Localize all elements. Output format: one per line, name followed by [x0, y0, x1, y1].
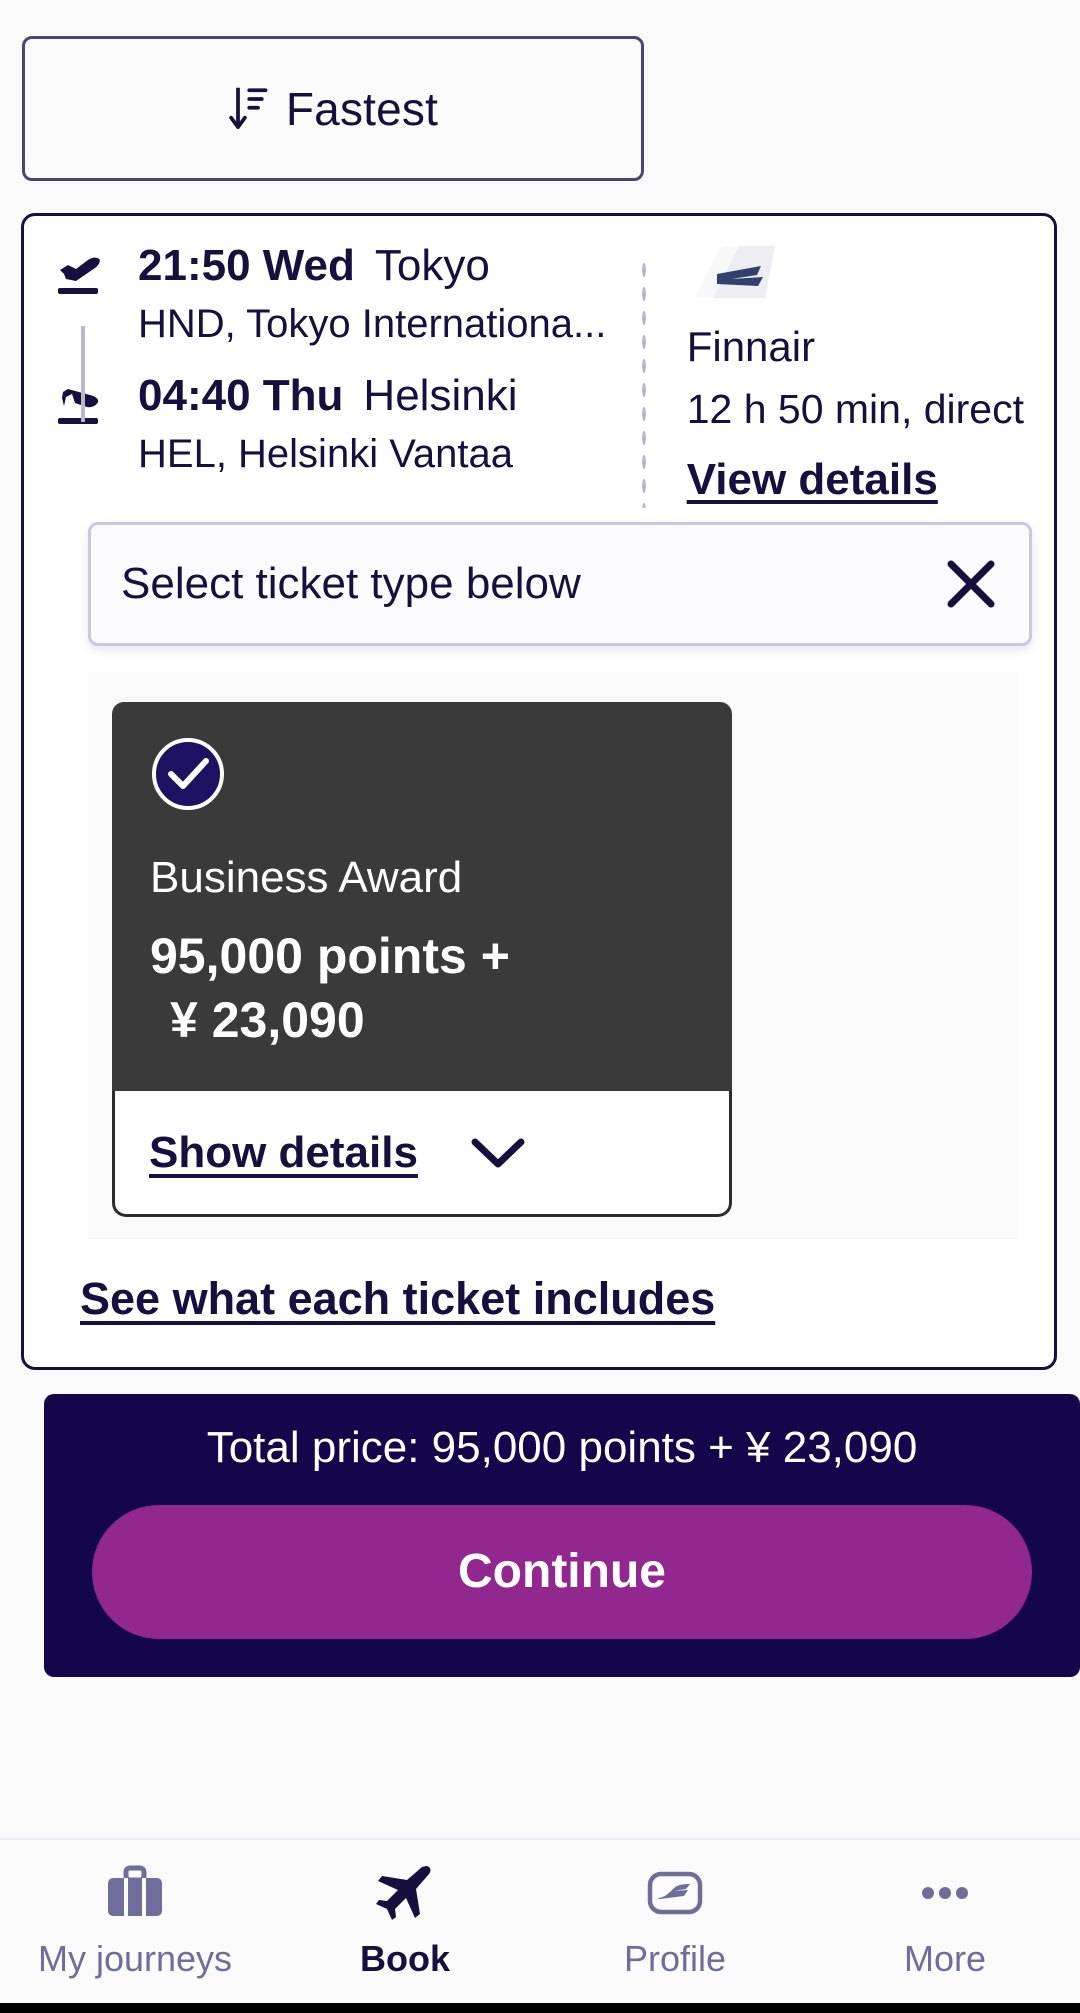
nav-label-more: More	[903, 1938, 987, 1979]
departure-texts: 21:50 Wed Tokyo HND, Tokyo Internationa..…	[138, 242, 641, 346]
sort-label: Fastest	[285, 82, 439, 135]
scroll-content: Fastest 21:50 Wed Tokyo HND, Tokyo Intern…	[0, 0, 1080, 1838]
departure-leg: 21:50 Wed Tokyo HND, Tokyo Internationa..…	[54, 242, 641, 346]
leg-spacer	[54, 346, 641, 372]
ticket-card-body[interactable]: Business Award 95,000 points + ¥ 23,090	[112, 702, 732, 1093]
departure-time: 21:50	[138, 241, 251, 290]
departure-time-row: 21:50 Wed Tokyo	[138, 242, 641, 290]
ticket-cash: ¥ 23,090	[170, 992, 365, 1049]
bottom-navigation: My journeys Book Profile More	[0, 1838, 1080, 2013]
app-screen: Fastest 21:50 Wed Tokyo HND, Tokyo Intern…	[0, 0, 1080, 2013]
select-ticket-banner: Select ticket type below	[88, 522, 1032, 646]
flight-card-top: 21:50 Wed Tokyo HND, Tokyo Internationa..…	[54, 242, 1024, 508]
sort-descending-icon	[229, 87, 268, 129]
ticket-type-list: Business Award 95,000 points + ¥ 23,090 …	[88, 672, 1018, 1240]
home-indicator	[0, 2003, 1080, 2013]
arrival-day: Thu	[262, 371, 344, 421]
ellipsis-icon	[922, 1887, 968, 1899]
nav-item-more[interactable]: More	[810, 1862, 1080, 1980]
arrival-airport: HEL, Helsinki Vantaa	[138, 431, 513, 476]
nav-label-my-journeys: My journeys	[37, 1938, 233, 1979]
finnair-card-icon	[647, 1871, 703, 1915]
total-price-bar: Total price: 95,000 points + ¥ 23,090 Co…	[44, 1394, 1080, 1677]
nav-label-book: Book	[360, 1938, 450, 1979]
flight-duration: 12 h 50 min, direct	[686, 386, 1024, 433]
carrier-info: Finnair 12 h 50 min, direct View details	[647, 242, 1024, 505]
show-details-label[interactable]: Show details	[149, 1128, 418, 1178]
arrival-time: 04:40	[138, 371, 251, 421]
finnair-tail-icon	[694, 246, 775, 298]
ticket-name: Business Award	[150, 853, 463, 902]
arrival-texts: 04:40 Thu Helsinki HEL, Helsinki Vantaa	[138, 372, 641, 476]
arrival-time-row: 04:40 Thu Helsinki	[138, 372, 641, 420]
close-icon[interactable]	[943, 556, 999, 612]
show-details-row[interactable]: Show details	[112, 1091, 732, 1218]
nav-item-book[interactable]: Book	[270, 1862, 540, 1980]
flight-card[interactable]: 21:50 Wed Tokyo HND, Tokyo Internationa..…	[21, 213, 1057, 1371]
nav-label-profile: Profile	[623, 1938, 727, 1979]
takeoff-icon	[58, 257, 100, 294]
nav-item-profile[interactable]: Profile	[540, 1862, 810, 1980]
suitcase-icon	[108, 1865, 162, 1916]
airplane-icon	[376, 1866, 431, 1920]
view-details-link[interactable]: View details	[687, 455, 938, 505]
departure-day: Wed	[262, 241, 355, 290]
arrival-city: Helsinki	[363, 371, 518, 421]
flight-legs: 21:50 Wed Tokyo HND, Tokyo Internationa..…	[54, 242, 641, 477]
departure-airport: HND, Tokyo Internationa...	[138, 301, 607, 346]
nav-item-my-journeys[interactable]: My journeys	[0, 1862, 270, 1980]
departure-city: Tokyo	[374, 241, 490, 290]
chevron-down-icon[interactable]	[470, 1136, 526, 1170]
sort-fastest-button[interactable]: Fastest	[22, 36, 644, 181]
ticket-price: 95,000 points + ¥ 23,090	[150, 924, 694, 1052]
select-ticket-banner-text: Select ticket type below	[121, 559, 581, 608]
total-price-text: Total price: 95,000 points + ¥ 23,090	[206, 1423, 918, 1473]
carrier-name: Finnair	[686, 323, 816, 370]
continue-button[interactable]: Continue	[92, 1504, 1032, 1639]
ticket-points: 95,000 points +	[150, 928, 510, 985]
arrival-leg: 04:40 Thu Helsinki HEL, Helsinki Vantaa	[54, 372, 641, 476]
landing-icon	[58, 389, 99, 425]
ticket-card-business-award[interactable]: Business Award 95,000 points + ¥ 23,090 …	[112, 702, 732, 1218]
check-circle-icon	[152, 738, 224, 810]
see-what-each-ticket-includes-link[interactable]: See what each ticket includes	[80, 1273, 715, 1325]
leg-connector-line	[81, 326, 85, 422]
